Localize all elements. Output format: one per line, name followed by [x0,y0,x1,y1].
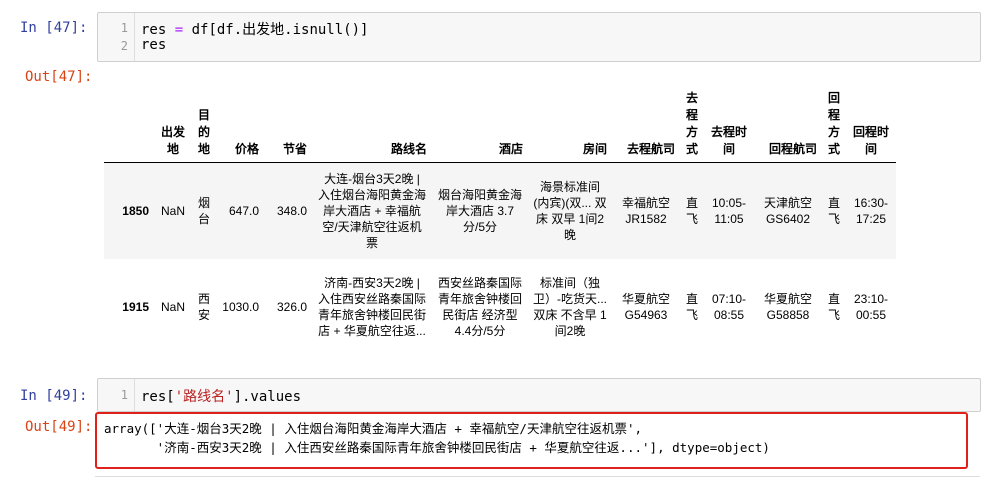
row-index: 1915 [122,299,149,314]
code-token: res [141,22,175,38]
code-cell-49[interactable]: 1 res['路线名'].values [97,378,981,412]
table-cell: 直飞 [827,291,840,322]
column-header: 去程航司 [612,86,680,163]
table-cell: 标准间（独卫）-吃货天... 双床 不含早 1间2晚 [533,275,607,338]
code-token: ].values [233,389,302,405]
next-cell-border [95,476,980,477]
table-cell: 直飞 [685,291,698,322]
table-cell: 23:10-00:55 [853,291,889,322]
table-cell: 华夏航空 G58858 [763,291,812,322]
table-cell: 大连-烟台3天2晚 | 入住烟台海阳黄金海岸大酒店 + 幸福航空/天津航空往返机… [317,171,426,250]
column-header: 去程时间 [704,86,754,163]
code-line: res [141,37,167,53]
in-prompt-47: In [47]: [20,20,88,36]
table-cell: 西安丝路秦国际青年旅舍钟楼回民街店 经济型 4.4分/5分 [437,275,522,338]
table-header-row: 出发地 目的地 价格 节省 路线名 酒店 房间 去程航司 去程方式 去程时间 回… [104,86,896,163]
out-prompt-49: Out[49]: [25,419,93,435]
code-operator: = [174,22,184,38]
dataframe-output: 出发地 目的地 价格 节省 路线名 酒店 房间 去程航司 去程方式 去程时间 回… [104,86,896,355]
table-cell: 326.0 [276,299,307,314]
code-token: res[ [141,389,175,405]
in-prompt-49: In [49]: [20,388,88,404]
table-cell: NaN [160,203,185,218]
table-cell: 07:10-08:55 [711,291,747,322]
column-header: 价格 [216,86,264,163]
table-cell: 348.0 [276,203,307,218]
table-cell: 烟台 [197,195,210,226]
line-number: 1 [120,21,128,35]
table-cell: 10:05-11:05 [711,195,747,226]
table-row: 1850 NaN 烟台 647.0 348.0 大连-烟台3天2晚 | 入住烟台… [104,162,896,259]
table-cell: NaN [160,299,185,314]
code-string: '路线名' [174,389,234,405]
table-cell: 直飞 [685,195,698,226]
column-header: 回程方式 [822,86,846,163]
out-prompt-47: Out[47]: [25,69,93,85]
table-cell: 烟台海阳黄金海岸大酒店 3.7分/5分 [437,187,522,234]
array-output: array(['大连-烟台3天2晚 | 入住烟台海阳黄金海岸大酒店 + 幸福航空… [104,419,770,457]
table-cell: 直飞 [827,195,840,226]
table-cell: 647.0 [228,203,259,218]
table-cell: 天津航空 GS6402 [763,195,812,226]
table-cell: 海景标准间(内宾)(双... 双床 双早 1间2晚 [533,179,607,242]
column-header: 节省 [264,86,312,163]
table-cell: 西安 [197,291,210,322]
column-header: 房间 [528,86,612,163]
column-header: 酒店 [432,86,528,163]
table-row: 1915 NaN 西安 1030.0 326.0 济南-西安3天2晚 | 入住西… [104,259,896,355]
table-cell: 1030.0 [222,299,259,314]
table-cell: 华夏航空 G54963 [621,291,670,322]
output-line: '济南-西安3天2晚 | 入住西安丝路秦国际青年旅舍钟楼回民街店 + 华夏航空往… [104,440,770,455]
code-line: res['路线名'].values [141,386,301,406]
line-number: 2 [120,39,128,53]
column-header-index [104,86,154,163]
code-cell-47[interactable]: 1 2 res = df[df.出发地.isnull()] res [97,12,981,62]
row-index: 1850 [122,203,149,218]
table-cell: 16:30-17:25 [853,195,889,226]
column-header: 目的地 [192,86,216,163]
code-line: res = df[df.出发地.isnull()] [141,19,368,39]
code-token: df[df.出发地.isnull()] [183,22,369,38]
column-header: 路线名 [312,86,432,163]
column-header: 去程方式 [680,86,704,163]
column-header: 回程时间 [846,86,896,163]
column-header: 回程航司 [754,86,822,163]
table-cell: 济南-西安3天2晚 | 入住西安丝路秦国际青年旅舍钟楼回民街店 + 华夏航空往返… [317,275,426,338]
line-number: 1 [120,388,128,402]
table-cell: 幸福航空 JR1582 [621,195,670,226]
column-header: 出发地 [154,86,192,163]
output-line: array(['大连-烟台3天2晚 | 入住烟台海阳黄金海岸大酒店 + 幸福航空… [104,421,643,436]
